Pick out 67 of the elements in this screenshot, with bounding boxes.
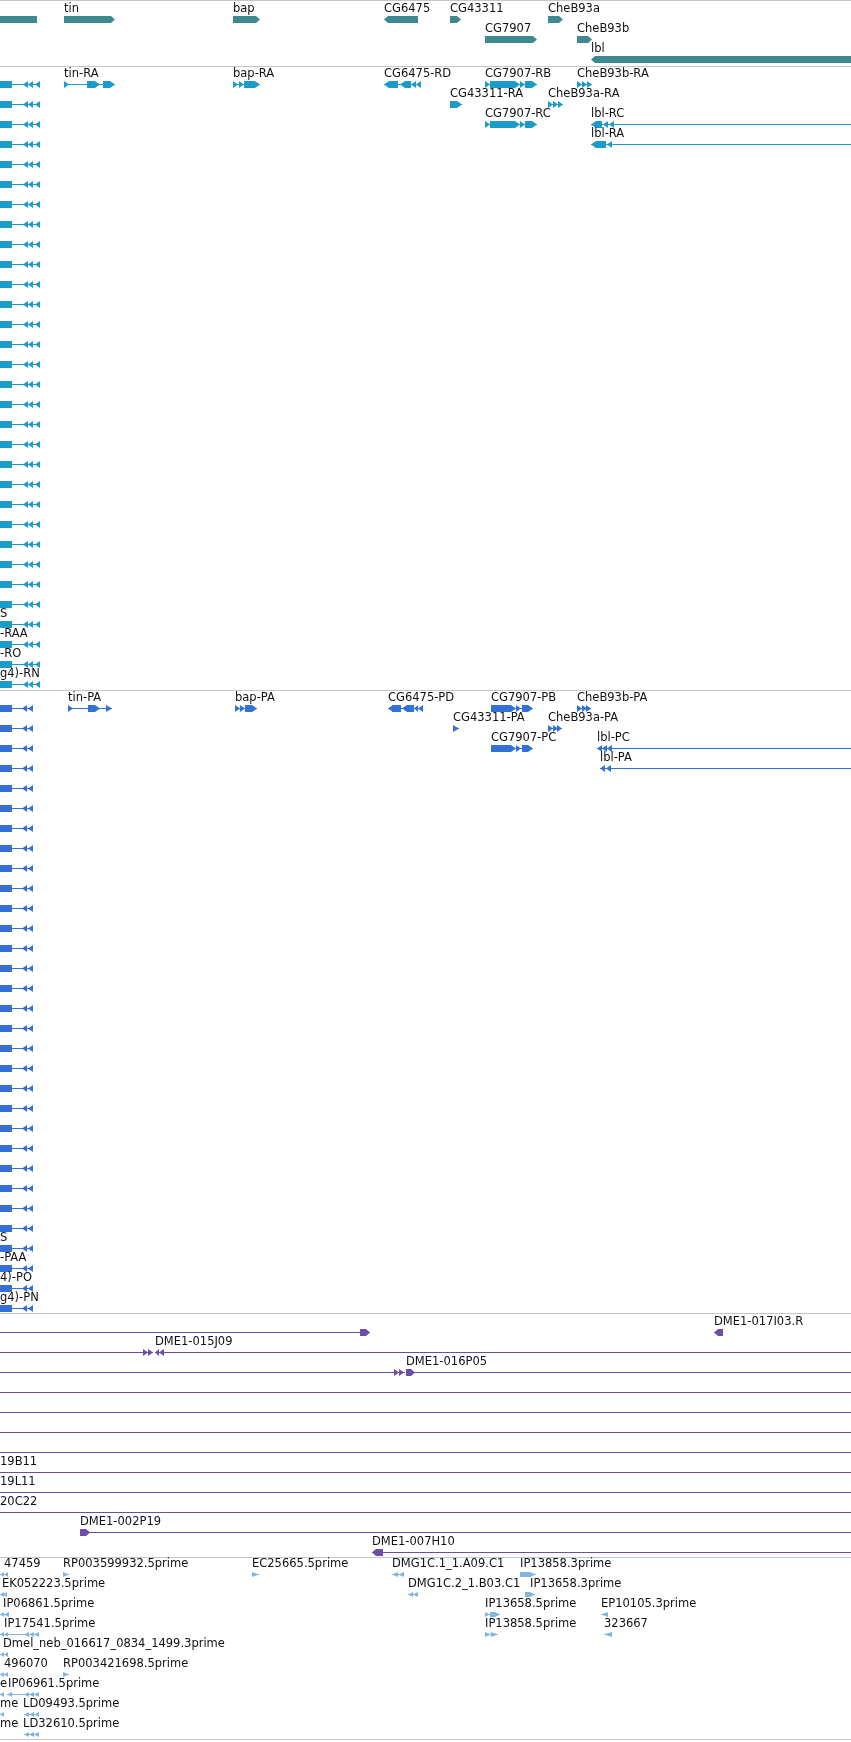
est-label: e	[0, 1677, 8, 1690]
transcript-label: lbl-PA	[600, 751, 632, 764]
transcript-label: CG6475-PD	[388, 691, 455, 704]
transcript-label: -RAA	[0, 627, 28, 640]
clone-label: DME1-015J09	[155, 1335, 233, 1348]
est-label: IP13858.5prime	[485, 1617, 577, 1630]
transcript-label: bap-PA	[235, 691, 275, 704]
est-label: Dmel_neb_016617_0834_1499.3prime	[3, 1637, 225, 1650]
clone-label: DME1-007H10	[372, 1535, 455, 1548]
est-label: IP13658.5prime	[485, 1597, 577, 1610]
transcript-label: tin-PA	[68, 691, 102, 704]
gene-label: CheB93a	[548, 2, 600, 15]
est-label: IP13658.3prime	[530, 1577, 622, 1590]
transcript-label: CG7907-RB	[485, 67, 552, 80]
clone-label: DME1-017I03.R	[714, 1315, 804, 1328]
transcript-label: CheB93a-RA	[548, 87, 620, 100]
transcript-label: CheB93b-PA	[577, 691, 648, 704]
est-label: IP13858.3prime	[520, 1557, 612, 1570]
est-label: 323667	[604, 1617, 648, 1630]
transcript-label: tin-RA	[64, 67, 99, 80]
est-label: RP003421698.5prime	[63, 1657, 189, 1670]
gene-label: tin	[64, 2, 79, 15]
gene-label: CG43311	[450, 2, 504, 15]
transcript-label: CheB93a-PA	[548, 711, 619, 724]
transcript-label: -RO	[0, 647, 22, 660]
transcript-label: CG7907-RC	[485, 107, 551, 120]
transcript-label: CG43311-RA	[450, 87, 524, 100]
est-label: DMG1C.1_1.A09.C1	[392, 1557, 505, 1570]
est-label: LD09493.5prime	[23, 1697, 120, 1710]
transcript-label: CG7907-PB	[491, 691, 557, 704]
clone-label: 19L11	[0, 1475, 36, 1488]
est-label: EK052223.5prime	[2, 1577, 106, 1590]
est-label: 47459	[4, 1557, 41, 1570]
transcript-label: g4)-PN	[0, 1291, 39, 1304]
gene-label: CheB93b	[577, 22, 630, 35]
transcript-label: -PAA	[0, 1251, 27, 1264]
transcript-label: g4)-RN	[0, 667, 40, 680]
est-label: EC25665.5prime	[252, 1557, 349, 1570]
transcript-label: lbl-RC	[591, 107, 625, 120]
est-label: IP17541.5prime	[4, 1617, 96, 1630]
transcript-label: CG6475-RD	[384, 67, 452, 80]
est-label: RP003599932.5prime	[63, 1557, 189, 1570]
transcript-label: S	[0, 1231, 8, 1244]
gene-label: CG6475	[384, 2, 431, 15]
transcript-label: CG43311-PA	[453, 711, 525, 724]
transcript-label: lbl-RA	[591, 127, 625, 140]
transcript-label: S	[0, 607, 8, 620]
gene-label: CG7907	[485, 22, 532, 35]
clone-label: DME1-016P05	[406, 1355, 488, 1368]
est-label: IP06961.5prime	[8, 1677, 100, 1690]
clone-label: 19B11	[0, 1455, 38, 1468]
est-label: EP10105.3prime	[601, 1597, 697, 1610]
transcript-label: 4)-PO	[0, 1271, 32, 1284]
transcript-label: bap-RA	[233, 67, 275, 80]
transcript-label: CheB93b-RA	[577, 67, 649, 80]
est-label: DMG1C.2_1.B03.C1	[408, 1577, 521, 1590]
est-label: LD32610.5prime	[23, 1717, 120, 1730]
est-label: IP06861.5prime	[3, 1597, 95, 1610]
clone-label: DME1-002P19	[80, 1515, 162, 1528]
est-label: me	[0, 1717, 19, 1730]
transcript-label: lbl-PC	[597, 731, 630, 744]
clone-label: 20C22	[0, 1495, 38, 1508]
transcript-label: CG7907-PC	[491, 731, 557, 744]
est-label: 496070	[4, 1657, 48, 1670]
gene-label: bap	[233, 2, 255, 15]
est-label: me	[0, 1697, 19, 1710]
gene-label: lbl	[591, 42, 605, 55]
